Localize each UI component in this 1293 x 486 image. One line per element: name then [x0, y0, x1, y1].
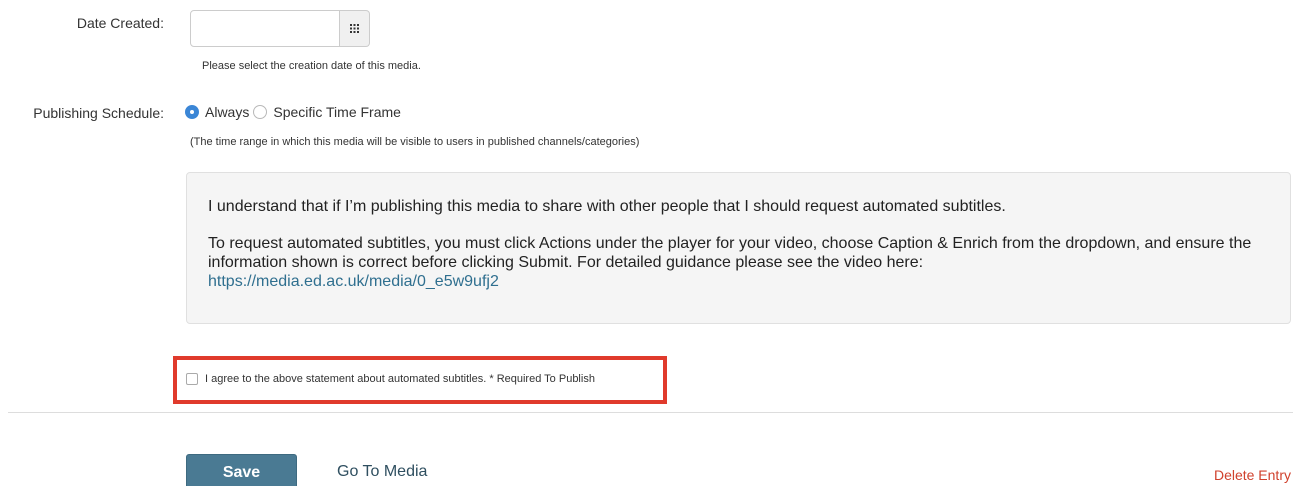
guidance-video-link[interactable]: https://media.ed.ac.uk/media/0_e5w9ufj2 — [208, 273, 499, 290]
agree-label[interactable]: I agree to the above statement about aut… — [205, 373, 595, 385]
edit-media-form: Date Created: Please select the creation… — [0, 0, 1293, 486]
publishing-schedule-options: Always Specific Time Frame — [185, 104, 405, 120]
radio-specific-time-frame-label[interactable]: Specific Time Frame — [273, 104, 401, 120]
date-created-label: Date Created: — [76, 15, 164, 31]
publishing-schedule-help: (The time range in which this media will… — [190, 136, 640, 148]
go-to-media-link[interactable]: Go To Media — [337, 463, 427, 481]
radio-always-label[interactable]: Always — [205, 104, 249, 120]
notice-paragraph-1: I understand that if I’m publishing this… — [208, 198, 1006, 215]
subtitles-notice: I understand that if I’m publishing this… — [186, 172, 1291, 324]
radio-always[interactable] — [185, 105, 199, 119]
publishing-schedule-label: Publishing Schedule: — [33, 105, 164, 121]
radio-specific-time-frame[interactable] — [253, 105, 268, 119]
save-button[interactable]: Save — [186, 454, 297, 486]
form-divider — [8, 412, 1293, 413]
calendar-grid-icon — [350, 24, 359, 33]
notice-paragraph-2-text: To request automated subtitles, you must… — [208, 235, 1252, 271]
agreement-row: I agree to the above statement about aut… — [186, 373, 595, 385]
notice-paragraph-2: To request automated subtitles, you must… — [208, 234, 1270, 291]
agree-checkbox[interactable] — [186, 373, 198, 385]
date-created-input[interactable] — [190, 10, 340, 47]
delete-entry-link[interactable]: Delete Entry — [1214, 467, 1291, 483]
date-created-help: Please select the creation date of this … — [202, 60, 421, 72]
date-picker-button[interactable] — [340, 10, 370, 47]
